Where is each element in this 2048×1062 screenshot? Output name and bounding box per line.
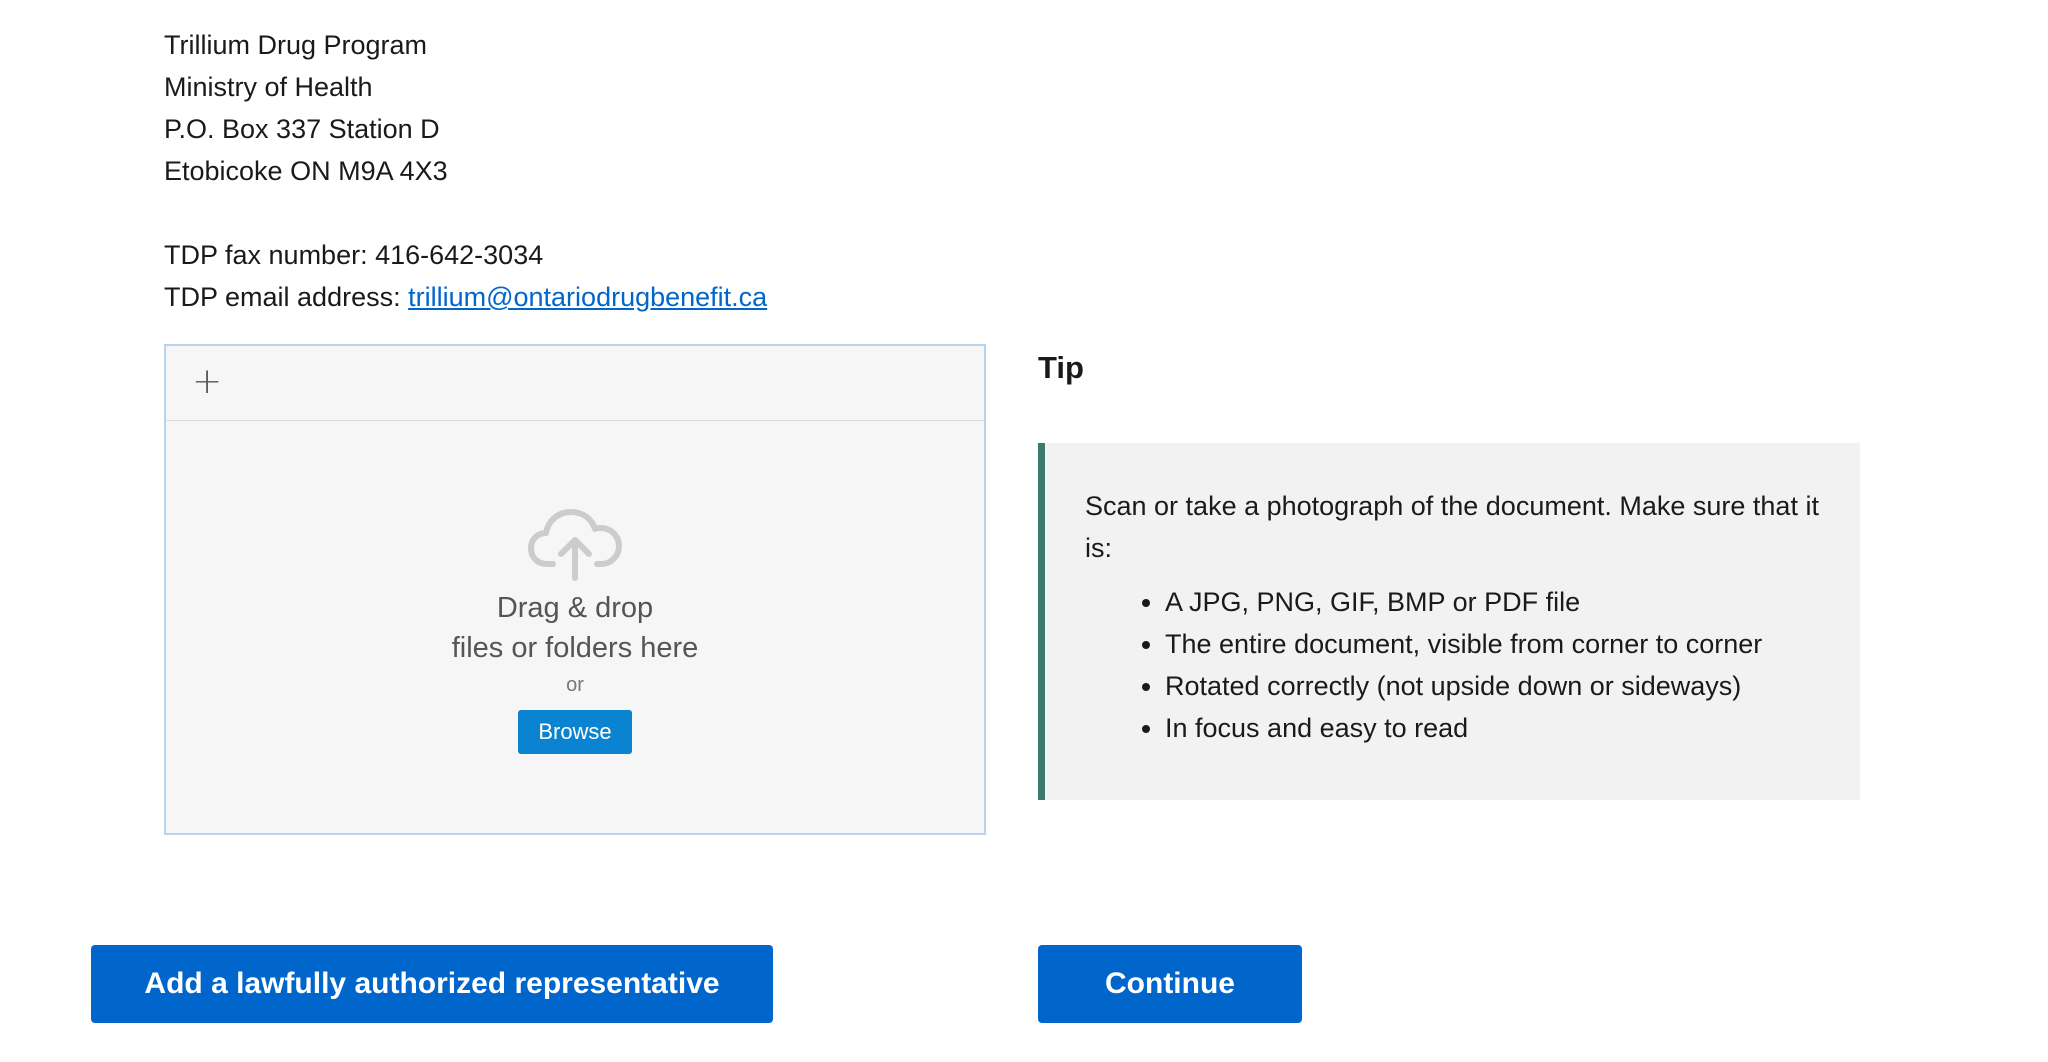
or-separator: or <box>566 674 584 696</box>
list-item: The entire document, visible from corner… <box>1165 623 1822 665</box>
plus-icon[interactable]: + <box>192 362 222 402</box>
email-label: TDP email address: <box>164 282 409 312</box>
list-item: A JPG, PNG, GIF, BMP or PDF file <box>1165 581 1822 623</box>
email-link[interactable]: trillium@ontariodrugbenefit.ca <box>408 282 767 312</box>
tip-heading: Tip <box>1038 350 1084 385</box>
tip-callout: Scan or take a photograph of the documen… <box>1038 443 1860 800</box>
fax-number: TDP fax number: 416-642-3034 <box>164 240 544 270</box>
address-line: P.O. Box 337 Station D <box>164 114 440 144</box>
mailing-address: Trillium Drug Program Ministry of Health… <box>164 24 767 318</box>
upload-toolbar: + <box>166 346 984 421</box>
address-line: Trillium Drug Program <box>164 30 428 60</box>
address-line: Ministry of Health <box>164 72 373 102</box>
tip-intro: Scan or take a photograph of the documen… <box>1085 491 1819 563</box>
address-line: Etobicoke ON M9A 4X3 <box>164 156 448 186</box>
drop-instruction: Drag & drop <box>496 592 654 624</box>
email-row: TDP email address: trillium@ontariodrugb… <box>164 276 767 318</box>
tip-list: A JPG, PNG, GIF, BMP or PDF file The ent… <box>1085 581 1822 749</box>
continue-button[interactable]: Continue <box>1038 945 1302 1023</box>
drop-area: Drag & drop files or folders here or Bro… <box>166 506 984 754</box>
list-item: Rotated correctly (not upside down or si… <box>1165 665 1822 707</box>
cloud-upload-icon <box>528 509 622 581</box>
list-item: In focus and easy to read <box>1165 707 1822 749</box>
file-upload-dropzone[interactable]: + Drag & drop files or folders here or B… <box>164 344 986 835</box>
browse-button[interactable]: Browse <box>518 710 632 754</box>
drop-instruction: files or folders here <box>451 632 699 664</box>
add-representative-button[interactable]: Add a lawfully authorized representative <box>91 945 773 1023</box>
